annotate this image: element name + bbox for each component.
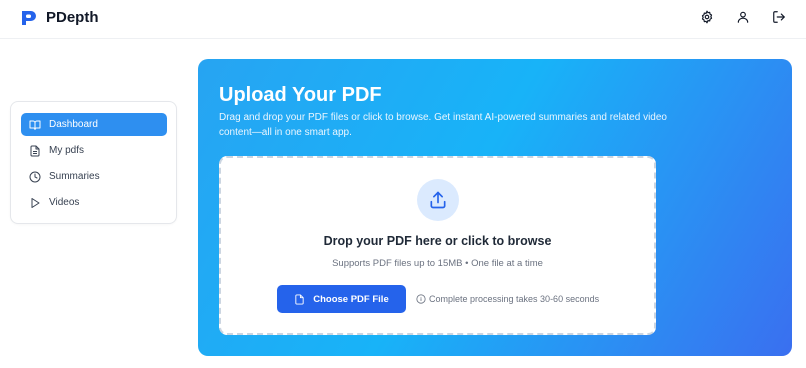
sidebar: Dashboard My pdfs Summaries Videos	[10, 101, 177, 224]
hero-subtitle: Drag and drop your PDF files or click to…	[219, 112, 667, 138]
book-open-icon	[29, 119, 41, 131]
dropzone-title: Drop your PDF here or click to browse	[323, 234, 552, 248]
brand-name[interactable]: PDepth	[46, 9, 99, 27]
file-text-icon	[29, 145, 41, 157]
file-icon	[295, 293, 304, 305]
processing-note-text: Complete processing takes 30-60 seconds	[429, 294, 600, 304]
sidebar-item-videos[interactable]: Videos	[21, 191, 167, 214]
gear-icon[interactable]	[700, 10, 714, 24]
logout-icon[interactable]	[772, 10, 786, 24]
processing-note: Complete processing takes 30-60 seconds	[416, 294, 599, 304]
sidebar-item-label: Summaries	[49, 171, 100, 182]
user-icon[interactable]	[736, 10, 750, 24]
upload-hero: Upload Your PDF Drag and drop your PDF f…	[198, 59, 792, 356]
sidebar-item-my-pdfs[interactable]: My pdfs	[21, 139, 167, 162]
pdf-dropzone[interactable]: Drop your PDF here or click to browse Su…	[219, 156, 656, 335]
clock-icon	[29, 171, 41, 183]
choose-pdf-button[interactable]: Choose PDF File	[277, 285, 406, 313]
play-icon	[29, 197, 41, 209]
info-icon	[416, 294, 426, 304]
choose-pdf-label: Choose PDF File	[313, 293, 389, 305]
upload-icon	[417, 179, 459, 221]
dropzone-subtitle: Supports PDF files up to 15MB • One file…	[332, 258, 543, 269]
sidebar-item-label: Dashboard	[49, 119, 98, 130]
top-header: PDepth	[0, 0, 806, 39]
sidebar-item-label: My pdfs	[49, 145, 85, 156]
sidebar-item-dashboard[interactable]: Dashboard	[21, 113, 167, 136]
sidebar-item-label: Videos	[49, 197, 80, 208]
hero-title: Upload Your PDF	[219, 84, 382, 106]
pdepth-logo[interactable]	[20, 9, 38, 27]
sidebar-item-summaries[interactable]: Summaries	[21, 165, 167, 188]
